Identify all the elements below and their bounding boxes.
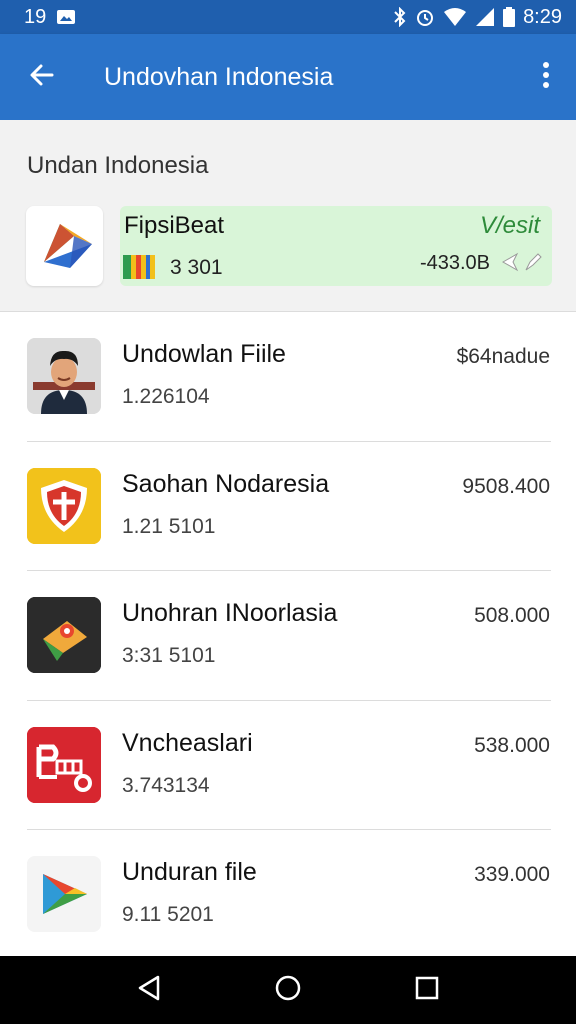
featured-app-card[interactable]: FipsiBeat V/esit 3 301 -433.0B <box>120 206 552 286</box>
app-name: Undowlan Fiile <box>122 340 286 368</box>
app-value: 9508.400 <box>462 474 550 498</box>
bluetooth-icon <box>393 7 407 27</box>
app-name: Unduran file <box>122 858 257 886</box>
featured-app-icon[interactable] <box>26 206 103 286</box>
app-subtitle: 1.21 5101 <box>122 514 216 538</box>
featured-visit-link[interactable]: V/esit <box>480 212 540 240</box>
app-name: Saohan Nodaresia <box>122 469 330 498</box>
status-bar: 19 8:29 <box>0 0 576 34</box>
pb-logo-icon <box>27 726 101 803</box>
alarm-icon <box>415 7 435 27</box>
list-item[interactable]: Vncheaslari 3.743134 538.000 <box>0 701 576 830</box>
featured-app-size: -433.0B <box>419 252 490 274</box>
recents-square-icon <box>414 975 440 1006</box>
signal-icon <box>475 7 495 27</box>
app-name: Unohran INoorlasia <box>122 599 338 627</box>
back-button[interactable] <box>0 34 84 120</box>
app-name: Vncheaslari <box>122 728 253 757</box>
status-time-left: 19 <box>24 5 47 28</box>
arrow-left-icon <box>28 61 56 94</box>
status-clock: 8:29 <box>523 5 562 28</box>
featured-app-name: FipsiBeat <box>124 212 225 239</box>
map-pin-icon <box>27 597 101 673</box>
section-title: Undan Indonesia <box>27 152 209 179</box>
app-list: Undowlan Fiile 1.226104 $64nadue Saohan … <box>0 312 576 960</box>
app-bar: Undovhan Indonesia <box>0 34 576 120</box>
list-item[interactable]: Unohran INoorlasia 3:31 5101 508.000 <box>0 571 576 701</box>
nav-back-button[interactable] <box>119 960 179 1020</box>
share-icon[interactable] <box>500 250 520 279</box>
shield-icon <box>27 467 101 544</box>
overflow-menu-button[interactable] <box>516 34 576 120</box>
list-item[interactable]: Saohan Nodaresia 1.21 5101 9508.400 <box>0 442 576 571</box>
person-avatar-icon <box>27 338 101 414</box>
nav-recents-button[interactable] <box>397 960 457 1020</box>
battery-icon <box>503 7 516 27</box>
drive-logo-icon <box>34 214 96 279</box>
gift-box-icon <box>122 252 156 280</box>
nav-home-button[interactable] <box>258 960 318 1020</box>
more-vert-icon <box>542 61 550 94</box>
app-value: 508.000 <box>474 604 550 627</box>
featured-section: Undan Indonesia FipsiBeat V/esit 3 301 -… <box>0 120 576 312</box>
app-title: Undovhan Indonesia <box>104 62 334 91</box>
home-circle-icon <box>274 974 302 1007</box>
gallery-icon <box>56 9 76 25</box>
list-item[interactable]: Undowlan Fiile 1.226104 $64nadue <box>0 312 576 442</box>
system-nav-bar <box>0 956 576 1024</box>
list-item[interactable]: Unduran file 9.11 5201 339.000 <box>0 830 576 960</box>
app-value: 339.000 <box>474 863 550 886</box>
app-subtitle: 1.226104 <box>122 385 210 408</box>
app-subtitle: 3:31 5101 <box>122 644 216 667</box>
app-subtitle: 9.11 5201 <box>122 903 214 926</box>
play-store-icon <box>27 856 101 932</box>
app-value: 538.000 <box>474 733 550 757</box>
wifi-icon <box>443 7 467 27</box>
featured-app-count: 3 301 <box>170 256 223 279</box>
app-subtitle: 3.743134 <box>122 773 210 797</box>
app-value: $64nadue <box>456 345 550 368</box>
edit-icon[interactable] <box>522 250 544 279</box>
back-triangle-icon <box>136 974 162 1007</box>
